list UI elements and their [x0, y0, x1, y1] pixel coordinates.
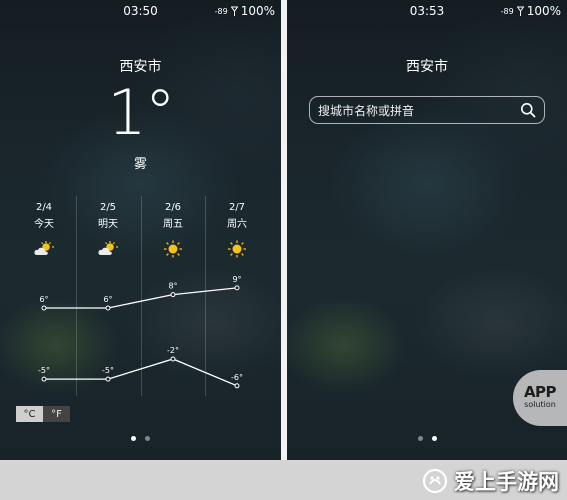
low-temp-point: [234, 383, 240, 389]
search-icon[interactable]: [520, 102, 536, 118]
site-name: 爱上手游网: [454, 470, 559, 494]
low-temp-label: -5°: [102, 366, 114, 375]
app-solution-badge: APP solution: [513, 370, 567, 426]
status-right: -89 100%: [501, 4, 561, 18]
status-bar: 03:53 -89 100%: [287, 0, 567, 22]
signal-strength: -89: [214, 6, 228, 16]
forecast-weekday: 今天: [34, 219, 54, 230]
gamepad-logo-icon: [422, 468, 448, 494]
page-indicator: [0, 436, 281, 441]
search-input[interactable]: 搜城市名称或拼音: [318, 102, 520, 119]
high-temp-label: 9°: [232, 275, 241, 284]
site-watermark: 爱上手游网: [422, 462, 559, 500]
status-right: -89 100%: [215, 4, 275, 18]
sun-icon: [228, 240, 246, 258]
forecast-date: 2/4: [35, 202, 53, 213]
partly-cloudy-icon: [34, 241, 54, 255]
forecast-weekday: 周五: [163, 219, 183, 230]
low-temp-point: [41, 376, 47, 382]
weather-screen-left: 03:50 -89 100% 西安市 1° 雾 2/4 今天 2/5 明天 2/…: [0, 0, 281, 460]
celsius-button[interactable]: °C: [16, 406, 43, 422]
high-temp-label: 8°: [168, 282, 177, 291]
low-temp-label: -2°: [167, 346, 179, 355]
battery-level: 100%: [240, 4, 275, 18]
high-temp-label: 6°: [103, 295, 112, 304]
forecast-date: 2/6: [164, 202, 182, 213]
high-temp-point: [234, 285, 240, 291]
forecast-weekday: 周六: [227, 219, 247, 230]
page-dot[interactable]: [417, 436, 423, 441]
high-temp-point: [41, 305, 47, 311]
high-temp-point: [170, 292, 176, 298]
page-dot[interactable]: [131, 436, 136, 441]
forecast-weekday: 明天: [98, 219, 118, 230]
forecast-date: 2/5: [99, 202, 117, 213]
badge-subtitle: solution: [524, 400, 556, 409]
signal-strength: -89: [500, 6, 514, 16]
signal-icon: [230, 6, 238, 16]
unit-toggle[interactable]: °C °F: [16, 406, 70, 422]
signal-icon: [516, 6, 524, 16]
forecast-date: 2/7: [228, 202, 246, 213]
low-temp-line: [44, 358, 238, 387]
battery-level: 100%: [526, 4, 561, 18]
low-temp-label: -6°: [231, 373, 243, 382]
fahrenheit-button[interactable]: °F: [43, 406, 70, 422]
temperature-graph: 6° -5° 6° -5° 8° -2° 9° -6°: [38, 275, 243, 389]
badge-title: APP: [523, 383, 557, 401]
city-name[interactable]: 西安市: [0, 56, 281, 76]
sun-icon: [164, 240, 182, 258]
city-name: 西安市: [406, 59, 448, 75]
low-temp-point: [105, 376, 111, 382]
page-dot[interactable]: [431, 436, 437, 441]
low-temp-label: -5°: [38, 366, 50, 375]
high-temp-point: [105, 305, 111, 311]
current-temperature: 1°: [107, 76, 175, 149]
page-indicator: [287, 436, 567, 441]
city-search-box[interactable]: 搜城市名称或拼音: [309, 96, 545, 124]
partly-cloudy-icon: [98, 241, 118, 255]
page-dot[interactable]: [145, 436, 150, 441]
high-temp-line: [44, 287, 238, 309]
low-temp-point: [170, 356, 176, 362]
high-temp-label: 6°: [39, 295, 48, 304]
weather-condition: 雾: [133, 157, 147, 172]
status-bar: 03:50 -89 100%: [0, 0, 281, 22]
